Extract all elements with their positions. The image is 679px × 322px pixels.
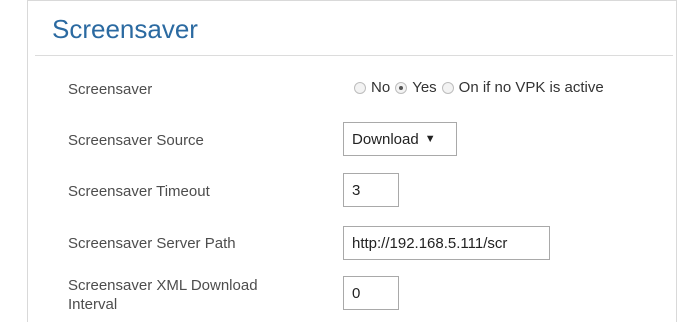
radio-yes[interactable] bbox=[395, 81, 408, 94]
xml-interval-input[interactable] bbox=[343, 276, 399, 310]
timeout-label: Screensaver Timeout bbox=[68, 183, 210, 200]
radio-yes-label[interactable]: Yes bbox=[412, 79, 436, 96]
source-label: Screensaver Source bbox=[68, 132, 204, 149]
screensaver-radio-group: No Yes On if no VPK is active bbox=[354, 79, 609, 96]
radio-no-label[interactable]: No bbox=[371, 79, 390, 96]
settings-panel bbox=[27, 0, 677, 322]
source-select-value: Download bbox=[352, 130, 419, 148]
xml-interval-label-line1: Screensaver XML Download bbox=[68, 277, 258, 294]
xml-interval-label: Screensaver XML Download Interval bbox=[68, 276, 258, 314]
timeout-input[interactable] bbox=[343, 173, 399, 207]
server-path-input[interactable] bbox=[343, 226, 550, 260]
xml-interval-label-line2: Interval bbox=[68, 296, 118, 313]
radio-no[interactable] bbox=[354, 81, 366, 94]
source-select[interactable]: Download ▼ bbox=[343, 122, 457, 156]
radio-on-if-no-vpk-label[interactable]: On if no VPK is active bbox=[459, 79, 604, 96]
chevron-down-icon: ▼ bbox=[424, 133, 436, 145]
server-path-label: Screensaver Server Path bbox=[68, 235, 236, 252]
title-divider bbox=[35, 55, 673, 56]
section-title: Screensaver bbox=[52, 14, 198, 44]
screensaver-label: Screensaver bbox=[68, 81, 153, 98]
radio-on-if-no-vpk[interactable] bbox=[441, 81, 454, 94]
